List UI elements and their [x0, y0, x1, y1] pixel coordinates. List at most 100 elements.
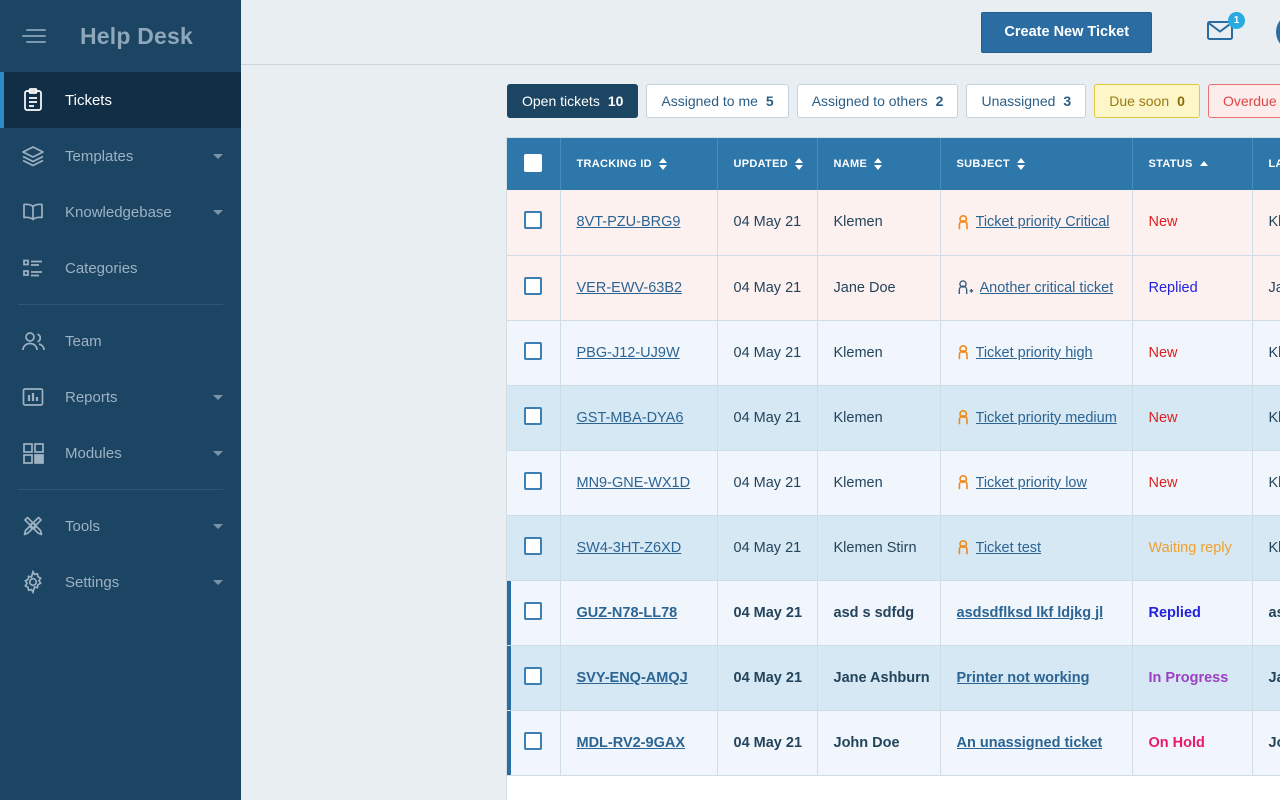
sidebar-item-label: Tools [65, 518, 213, 535]
subject-link[interactable]: Ticket test [976, 540, 1042, 556]
row-checkbox[interactable] [524, 342, 542, 360]
tracking-id-link[interactable]: MN9-GNE-WX1D [577, 475, 691, 491]
sidebar-item-label: Reports [65, 389, 213, 406]
table-row[interactable]: MDL-RV2-9GAX04 May 21John DoeAn unassign… [507, 710, 1280, 775]
row-checkbox[interactable] [524, 211, 542, 229]
cell-last-replier: Klemen [1252, 190, 1280, 255]
filter-chip-due-soon[interactable]: Due soon0 [1094, 84, 1200, 118]
filter-chip-overdue[interactable]: Overdue1 [1208, 84, 1280, 118]
tracking-id-link[interactable]: MDL-RV2-9GAX [577, 735, 686, 751]
table-row[interactable]: VER-EWV-63B204 May 21Jane DoeAnother cri… [507, 255, 1280, 320]
filter-chip-open-tickets[interactable]: Open tickets10 [507, 84, 638, 118]
column-header-label: STATUS [1149, 158, 1193, 170]
cell-name: Klemen [817, 190, 940, 255]
table-row[interactable]: GST-MBA-DYA6 04 May 21Klemen Ticket priori… [507, 385, 1280, 450]
clipboard-icon [20, 87, 46, 113]
cell-subject: Ticket priority high [940, 320, 1132, 385]
select-all-checkbox[interactable] [524, 154, 542, 172]
tracking-id-link[interactable]: VER-EWV-63B2 [577, 280, 683, 296]
user-menu[interactable]: K Klemen ⌄ [1276, 13, 1280, 51]
sidebar-item-templates[interactable]: Templates [0, 128, 241, 184]
sort-toggle-icon[interactable] [659, 158, 667, 170]
tracking-id-link[interactable]: PBG-J12-UJ9W [577, 345, 680, 361]
filter-chip-assigned-to-me[interactable]: Assigned to me5 [646, 84, 788, 118]
create-new-ticket-button[interactable]: Create New Ticket [981, 12, 1152, 53]
subject-link[interactable]: Ticket priority high [976, 345, 1093, 361]
cell-subject: Printer not working [940, 645, 1132, 710]
cell-updated: 04 May 21 [717, 580, 817, 645]
row-checkbox[interactable] [524, 667, 542, 685]
column-header-name[interactable]: NAME [817, 138, 940, 190]
subject-link[interactable]: Printer not working [957, 670, 1090, 686]
sidebar-item-tickets[interactable]: Tickets [0, 72, 241, 128]
row-select-cell [507, 515, 560, 580]
cell-name: Klemen [817, 385, 940, 450]
subject-link[interactable]: asdsdflksd lkf ldjkg jl [957, 605, 1104, 621]
sort-toggle-icon[interactable] [1017, 158, 1025, 170]
main-area: Create New Ticket 1 K Klemen ⌄ Open tick… [241, 0, 1280, 800]
column-header-last-replier[interactable]: LAST REPLIER [1252, 138, 1280, 190]
tracking-id-link[interactable]: SW4-3HT-Z6XD [577, 540, 682, 556]
column-header-status[interactable]: STATUS [1132, 138, 1252, 190]
hamburger-icon[interactable] [22, 26, 52, 46]
sort-toggle-icon[interactable] [795, 158, 803, 170]
table-row[interactable]: MN9-GNE-WX1D04 May 21KlemenTicket priori… [507, 450, 1280, 515]
tickets-table-card: TRACKING ID UPDATED NAME SUBJECT STATUS LAST … [506, 137, 1280, 800]
tracking-id-link[interactable]: SVY-ENQ-AMQJ [577, 670, 688, 686]
table-row[interactable]: 8VT-PZU-BRG904 May 21KlemenTicket priori… [507, 190, 1280, 255]
tracking-id-link[interactable]: 8VT-PZU-BRG9 [577, 214, 681, 230]
sidebar-item-modules[interactable]: Modules [0, 425, 241, 481]
sort-asc-icon[interactable] [1200, 161, 1208, 168]
sidebar-item-categories[interactable]: Categories [0, 240, 241, 296]
table-row[interactable]: GUZ-N78-LL78 04 May 21 asd s sdfdg asdsdflk… [507, 580, 1280, 645]
filter-chip-unassigned[interactable]: Unassigned3 [966, 84, 1086, 118]
sidebar-item-settings[interactable]: Settings [0, 554, 241, 610]
subject-link[interactable]: Another critical ticket [980, 280, 1114, 296]
cell-last-replier: Klemen [1252, 320, 1280, 385]
row-checkbox[interactable] [524, 602, 542, 620]
status-badge: New [1149, 410, 1178, 426]
row-checkbox[interactable] [524, 407, 542, 425]
tracking-id-link[interactable]: GST-MBA-DYA6 [577, 410, 684, 426]
person-icon [957, 410, 970, 425]
sidebar-item-knowledgebase[interactable]: Knowledgebase [0, 184, 241, 240]
cell-subject: Another critical ticket [940, 255, 1132, 320]
table-row[interactable]: PBG-J12-UJ9W04 May 21KlemenTicket priori… [507, 320, 1280, 385]
subject-link[interactable]: Ticket priority Critical [976, 214, 1110, 230]
sidebar-item-label: Tickets [65, 92, 223, 109]
filter-chip-assigned-to-others[interactable]: Assigned to others2 [797, 84, 959, 118]
column-header-tracking-id[interactable]: TRACKING ID [560, 138, 717, 190]
column-header-subject[interactable]: SUBJECT [940, 138, 1132, 190]
sidebar-divider [18, 489, 223, 490]
row-checkbox[interactable] [524, 472, 542, 490]
row-checkbox[interactable] [524, 537, 542, 555]
cell-updated: 04 May 21 [717, 515, 817, 580]
tracking-id-link[interactable]: GUZ-N78-LL78 [577, 605, 678, 621]
filter-chip-count: 10 [608, 93, 624, 109]
row-checkbox[interactable] [524, 277, 542, 295]
column-header-label: SUBJECT [957, 158, 1010, 170]
column-header-updated[interactable]: UPDATED [717, 138, 817, 190]
subject-link[interactable]: Ticket priority medium [976, 410, 1117, 426]
column-header-label: TRACKING ID [577, 158, 652, 170]
subject-link[interactable]: Ticket priority low [976, 475, 1087, 491]
sidebar-item-tools[interactable]: Tools [0, 498, 241, 554]
sidebar-item-label: Modules [65, 445, 213, 462]
status-badge: Waiting reply [1149, 540, 1232, 556]
sort-toggle-icon[interactable] [874, 158, 882, 170]
sidebar-item-reports[interactable]: Reports [0, 369, 241, 425]
filter-chip-label: Assigned to me [661, 93, 758, 109]
column-header-label: NAME [834, 158, 868, 170]
pencil-ruler-icon [20, 513, 46, 539]
table-row[interactable]: SW4-3HT-Z6XD04 May 21Klemen StirnTicket … [507, 515, 1280, 580]
cell-last-replier: asd s sdfdg [1252, 580, 1280, 645]
cell-updated: 04 May 21 [717, 385, 817, 450]
inbox-button[interactable]: 1 [1204, 15, 1238, 49]
table-row[interactable]: SVY-ENQ-AMQJ04 May 21Jane AshburnPrinter… [507, 645, 1280, 710]
subject-link[interactable]: An unassigned ticket [957, 735, 1103, 751]
cell-name: Klemen [817, 450, 940, 515]
row-checkbox[interactable] [524, 732, 542, 750]
column-header-label: UPDATED [734, 158, 788, 170]
person-icon [957, 215, 970, 230]
sidebar-item-team[interactable]: Team [0, 313, 241, 369]
